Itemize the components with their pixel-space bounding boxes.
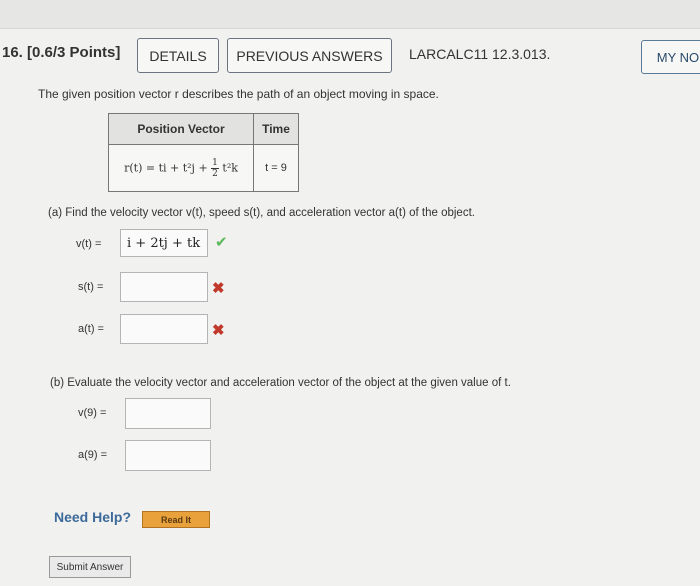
position-prefix: r(t) = ti + t²j + — [124, 161, 208, 174]
cross-icon: ✖ — [212, 322, 225, 339]
v-9-label: v(9) = — [78, 407, 107, 419]
fraction-one-half: 1 2 — [211, 158, 219, 179]
check-icon: ✔ — [215, 234, 228, 251]
part-a-prompt: (a) Find the velocity vector v(t), speed… — [48, 207, 475, 219]
submit-answer-button[interactable]: Submit Answer — [49, 556, 131, 578]
my-notes-button[interactable]: MY NO — [641, 40, 700, 74]
v-t-label: v(t) = — [76, 238, 102, 250]
v-t-answer-field[interactable]: i + 2tj + tk — [120, 229, 208, 257]
a-9-label: a(9) = — [78, 449, 108, 461]
header-position-vector: Position Vector — [108, 113, 254, 145]
read-it-button[interactable]: Read It — [142, 511, 210, 528]
s-t-label: s(t) = — [78, 281, 104, 293]
top-strip — [0, 0, 700, 29]
fraction-denominator: 2 — [212, 168, 218, 179]
previous-answers-button[interactable]: PREVIOUS ANSWERS — [227, 38, 392, 73]
position-vector-table: Position Vector Time r(t) = ti + t²j + 1… — [108, 113, 299, 192]
a-9-answer-field[interactable] — [125, 440, 211, 471]
details-button[interactable]: DETAILS — [137, 38, 219, 73]
position-suffix: t²k — [222, 161, 238, 174]
part-b-prompt: (b) Evaluate the velocity vector and acc… — [50, 377, 511, 389]
time-cell: t = 9 — [253, 144, 299, 192]
intro-text: The given position vector r describes th… — [38, 87, 439, 101]
a-t-label: a(t) = — [78, 323, 104, 335]
need-help-label: Need Help? — [54, 509, 132, 525]
v-9-answer-field[interactable] — [125, 398, 211, 429]
question-number: 16. [0.6/3 Points] — [2, 44, 121, 61]
s-t-answer-field[interactable] — [120, 272, 208, 302]
cross-icon: ✖ — [212, 280, 225, 297]
header-time: Time — [253, 113, 299, 145]
a-t-answer-field[interactable] — [120, 314, 208, 344]
course-code: LARCALC11 12.3.013. — [409, 46, 551, 62]
fraction-numerator: 1 — [211, 157, 219, 169]
position-vector-cell: r(t) = ti + t²j + 1 2 t²k — [108, 144, 254, 192]
